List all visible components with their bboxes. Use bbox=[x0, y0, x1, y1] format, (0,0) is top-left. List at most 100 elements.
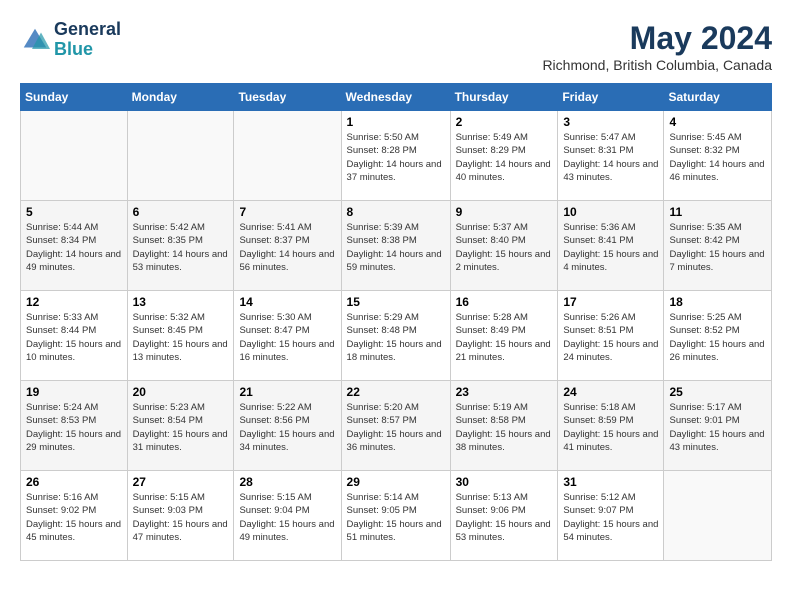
day-number: 17 bbox=[563, 295, 658, 309]
header-sunday: Sunday bbox=[21, 84, 128, 111]
day-info: Sunrise: 5:20 AM Sunset: 8:57 PM Dayligh… bbox=[347, 401, 445, 454]
day-info: Sunrise: 5:19 AM Sunset: 8:58 PM Dayligh… bbox=[456, 401, 553, 454]
day-number: 6 bbox=[133, 205, 229, 219]
day-number: 13 bbox=[133, 295, 229, 309]
day-info: Sunrise: 5:16 AM Sunset: 9:02 PM Dayligh… bbox=[26, 491, 122, 544]
logo-icon bbox=[20, 25, 50, 55]
calendar-cell bbox=[127, 111, 234, 201]
day-number: 14 bbox=[239, 295, 335, 309]
calendar-cell: 24 Sunrise: 5:18 AM Sunset: 8:59 PM Dayl… bbox=[558, 381, 664, 471]
calendar-cell: 11 Sunrise: 5:35 AM Sunset: 8:42 PM Dayl… bbox=[664, 201, 772, 291]
day-number: 7 bbox=[239, 205, 335, 219]
calendar-cell: 5 Sunrise: 5:44 AM Sunset: 8:34 PM Dayli… bbox=[21, 201, 128, 291]
calendar-cell: 12 Sunrise: 5:33 AM Sunset: 8:44 PM Dayl… bbox=[21, 291, 128, 381]
day-info: Sunrise: 5:50 AM Sunset: 8:28 PM Dayligh… bbox=[347, 131, 445, 184]
day-info: Sunrise: 5:17 AM Sunset: 9:01 PM Dayligh… bbox=[669, 401, 766, 454]
day-number: 29 bbox=[347, 475, 445, 489]
header-saturday: Saturday bbox=[664, 84, 772, 111]
month-title: May 2024 bbox=[542, 20, 772, 57]
calendar-cell: 7 Sunrise: 5:41 AM Sunset: 8:37 PM Dayli… bbox=[234, 201, 341, 291]
header-wednesday: Wednesday bbox=[341, 84, 450, 111]
day-number: 10 bbox=[563, 205, 658, 219]
calendar-header-row: SundayMondayTuesdayWednesdayThursdayFrid… bbox=[21, 84, 772, 111]
day-info: Sunrise: 5:18 AM Sunset: 8:59 PM Dayligh… bbox=[563, 401, 658, 454]
day-number: 25 bbox=[669, 385, 766, 399]
page-header: General Blue May 2024 Richmond, British … bbox=[20, 20, 772, 73]
day-number: 22 bbox=[347, 385, 445, 399]
day-info: Sunrise: 5:47 AM Sunset: 8:31 PM Dayligh… bbox=[563, 131, 658, 184]
day-info: Sunrise: 5:29 AM Sunset: 8:48 PM Dayligh… bbox=[347, 311, 445, 364]
day-number: 9 bbox=[456, 205, 553, 219]
day-info: Sunrise: 5:15 AM Sunset: 9:04 PM Dayligh… bbox=[239, 491, 335, 544]
day-info: Sunrise: 5:49 AM Sunset: 8:29 PM Dayligh… bbox=[456, 131, 553, 184]
day-info: Sunrise: 5:36 AM Sunset: 8:41 PM Dayligh… bbox=[563, 221, 658, 274]
day-number: 5 bbox=[26, 205, 122, 219]
day-number: 27 bbox=[133, 475, 229, 489]
day-number: 16 bbox=[456, 295, 553, 309]
calendar-cell: 25 Sunrise: 5:17 AM Sunset: 9:01 PM Dayl… bbox=[664, 381, 772, 471]
day-info: Sunrise: 5:35 AM Sunset: 8:42 PM Dayligh… bbox=[669, 221, 766, 274]
calendar-cell: 9 Sunrise: 5:37 AM Sunset: 8:40 PM Dayli… bbox=[450, 201, 558, 291]
day-info: Sunrise: 5:25 AM Sunset: 8:52 PM Dayligh… bbox=[669, 311, 766, 364]
calendar-cell: 6 Sunrise: 5:42 AM Sunset: 8:35 PM Dayli… bbox=[127, 201, 234, 291]
calendar-cell: 23 Sunrise: 5:19 AM Sunset: 8:58 PM Dayl… bbox=[450, 381, 558, 471]
day-info: Sunrise: 5:42 AM Sunset: 8:35 PM Dayligh… bbox=[133, 221, 229, 274]
day-info: Sunrise: 5:32 AM Sunset: 8:45 PM Dayligh… bbox=[133, 311, 229, 364]
calendar-cell: 14 Sunrise: 5:30 AM Sunset: 8:47 PM Dayl… bbox=[234, 291, 341, 381]
day-number: 28 bbox=[239, 475, 335, 489]
day-number: 19 bbox=[26, 385, 122, 399]
title-block: May 2024 Richmond, British Columbia, Can… bbox=[542, 20, 772, 73]
calendar-cell: 28 Sunrise: 5:15 AM Sunset: 9:04 PM Dayl… bbox=[234, 471, 341, 561]
calendar-cell: 31 Sunrise: 5:12 AM Sunset: 9:07 PM Dayl… bbox=[558, 471, 664, 561]
day-info: Sunrise: 5:41 AM Sunset: 8:37 PM Dayligh… bbox=[239, 221, 335, 274]
header-monday: Monday bbox=[127, 84, 234, 111]
calendar-cell: 1 Sunrise: 5:50 AM Sunset: 8:28 PM Dayli… bbox=[341, 111, 450, 201]
day-number: 11 bbox=[669, 205, 766, 219]
calendar-cell: 13 Sunrise: 5:32 AM Sunset: 8:45 PM Dayl… bbox=[127, 291, 234, 381]
day-info: Sunrise: 5:37 AM Sunset: 8:40 PM Dayligh… bbox=[456, 221, 553, 274]
calendar-cell: 29 Sunrise: 5:14 AM Sunset: 9:05 PM Dayl… bbox=[341, 471, 450, 561]
day-number: 26 bbox=[26, 475, 122, 489]
day-info: Sunrise: 5:24 AM Sunset: 8:53 PM Dayligh… bbox=[26, 401, 122, 454]
day-number: 23 bbox=[456, 385, 553, 399]
day-number: 24 bbox=[563, 385, 658, 399]
calendar-cell: 4 Sunrise: 5:45 AM Sunset: 8:32 PM Dayli… bbox=[664, 111, 772, 201]
header-tuesday: Tuesday bbox=[234, 84, 341, 111]
day-info: Sunrise: 5:14 AM Sunset: 9:05 PM Dayligh… bbox=[347, 491, 445, 544]
day-info: Sunrise: 5:23 AM Sunset: 8:54 PM Dayligh… bbox=[133, 401, 229, 454]
week-row-4: 19 Sunrise: 5:24 AM Sunset: 8:53 PM Dayl… bbox=[21, 381, 772, 471]
day-info: Sunrise: 5:45 AM Sunset: 8:32 PM Dayligh… bbox=[669, 131, 766, 184]
calendar-cell: 3 Sunrise: 5:47 AM Sunset: 8:31 PM Dayli… bbox=[558, 111, 664, 201]
week-row-3: 12 Sunrise: 5:33 AM Sunset: 8:44 PM Dayl… bbox=[21, 291, 772, 381]
day-info: Sunrise: 5:39 AM Sunset: 8:38 PM Dayligh… bbox=[347, 221, 445, 274]
day-info: Sunrise: 5:26 AM Sunset: 8:51 PM Dayligh… bbox=[563, 311, 658, 364]
day-number: 15 bbox=[347, 295, 445, 309]
day-number: 4 bbox=[669, 115, 766, 129]
calendar-cell: 17 Sunrise: 5:26 AM Sunset: 8:51 PM Dayl… bbox=[558, 291, 664, 381]
calendar-cell: 19 Sunrise: 5:24 AM Sunset: 8:53 PM Dayl… bbox=[21, 381, 128, 471]
day-number: 3 bbox=[563, 115, 658, 129]
day-number: 12 bbox=[26, 295, 122, 309]
calendar-table: SundayMondayTuesdayWednesdayThursdayFrid… bbox=[20, 83, 772, 561]
calendar-cell: 8 Sunrise: 5:39 AM Sunset: 8:38 PM Dayli… bbox=[341, 201, 450, 291]
location: Richmond, British Columbia, Canada bbox=[542, 57, 772, 73]
header-friday: Friday bbox=[558, 84, 664, 111]
day-info: Sunrise: 5:15 AM Sunset: 9:03 PM Dayligh… bbox=[133, 491, 229, 544]
header-thursday: Thursday bbox=[450, 84, 558, 111]
day-number: 31 bbox=[563, 475, 658, 489]
day-number: 20 bbox=[133, 385, 229, 399]
calendar-cell: 26 Sunrise: 5:16 AM Sunset: 9:02 PM Dayl… bbox=[21, 471, 128, 561]
week-row-1: 1 Sunrise: 5:50 AM Sunset: 8:28 PM Dayli… bbox=[21, 111, 772, 201]
day-number: 21 bbox=[239, 385, 335, 399]
calendar-cell: 27 Sunrise: 5:15 AM Sunset: 9:03 PM Dayl… bbox=[127, 471, 234, 561]
calendar-cell bbox=[664, 471, 772, 561]
logo: General Blue bbox=[20, 20, 121, 60]
logo-text: General Blue bbox=[54, 20, 121, 60]
calendar-cell: 16 Sunrise: 5:28 AM Sunset: 8:49 PM Dayl… bbox=[450, 291, 558, 381]
day-info: Sunrise: 5:44 AM Sunset: 8:34 PM Dayligh… bbox=[26, 221, 122, 274]
day-info: Sunrise: 5:22 AM Sunset: 8:56 PM Dayligh… bbox=[239, 401, 335, 454]
calendar-cell bbox=[234, 111, 341, 201]
day-info: Sunrise: 5:12 AM Sunset: 9:07 PM Dayligh… bbox=[563, 491, 658, 544]
calendar-cell: 22 Sunrise: 5:20 AM Sunset: 8:57 PM Dayl… bbox=[341, 381, 450, 471]
calendar-cell: 20 Sunrise: 5:23 AM Sunset: 8:54 PM Dayl… bbox=[127, 381, 234, 471]
